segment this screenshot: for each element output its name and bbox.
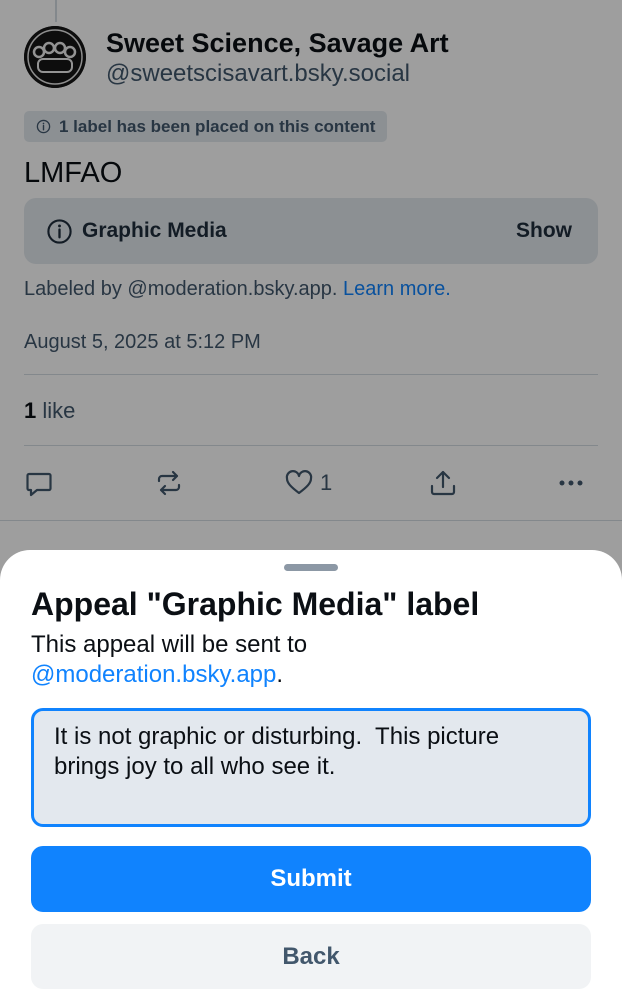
sheet-desc-suffix: .: [276, 661, 284, 688]
sheet-drag-handle[interactable]: [284, 564, 338, 571]
sheet-desc-prefix: This appeal will be sent to: [31, 631, 308, 658]
moderation-link[interactable]: @moderation.bsky.app: [31, 661, 276, 688]
appeal-text-input[interactable]: It is not graphic or disturbing. This pi…: [31, 708, 591, 827]
sheet-title: Appeal "Graphic Media" label: [31, 586, 480, 622]
appeal-bottom-sheet: Appeal "Graphic Media" label This appeal…: [0, 550, 622, 1000]
submit-button[interactable]: Submit: [31, 846, 591, 912]
sheet-description: This appeal will be sent to @moderation.…: [31, 630, 591, 690]
back-button[interactable]: Back: [31, 924, 591, 989]
